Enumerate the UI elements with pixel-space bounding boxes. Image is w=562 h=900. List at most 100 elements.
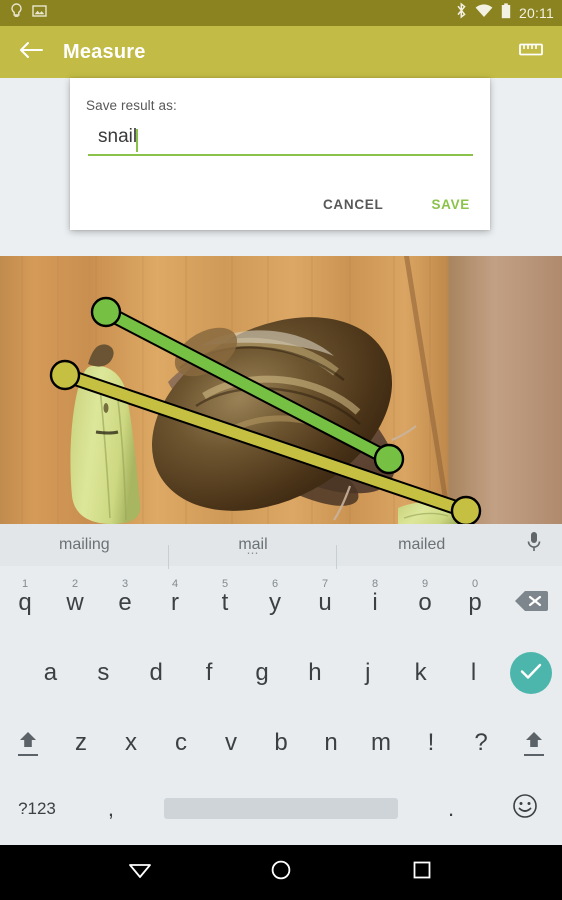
result-name-field-wrapper: [88, 126, 473, 156]
key-r[interactable]: 4 r: [150, 568, 200, 638]
key-label: b: [274, 729, 288, 756]
period-key[interactable]: .: [414, 778, 488, 839]
key-l[interactable]: l: [447, 638, 500, 708]
backspace-key[interactable]: [500, 568, 562, 638]
key-label: s: [97, 659, 110, 686]
key-label: .: [448, 795, 455, 821]
key-label: ?123: [18, 799, 56, 818]
key-hint: 0: [471, 578, 479, 590]
shift-underline: [524, 754, 544, 756]
key-e[interactable]: 3 e: [100, 568, 150, 638]
key-o[interactable]: 9 o: [400, 568, 450, 638]
suggestion-1[interactable]: mail ⋯: [169, 536, 338, 569]
status-bar-clock: 20:11: [519, 5, 554, 21]
shift-key-right[interactable]: [506, 708, 562, 778]
key-label: d: [149, 659, 163, 686]
key-label: y: [269, 589, 281, 616]
status-bar: 20:11: [0, 0, 562, 26]
cancel-button[interactable]: CANCEL: [317, 189, 389, 220]
key-hint: 4: [171, 578, 179, 590]
microphone-icon: [526, 532, 542, 558]
keyboard-rows: 1 q 2 w 3 e 4 r 5 t 6 y 7 u 8 i 9 o 0 p …: [0, 566, 562, 839]
key-label: f: [205, 659, 213, 686]
voice-input-button[interactable]: [506, 531, 562, 559]
key-hint: 9: [421, 578, 429, 590]
key-h[interactable]: h: [288, 638, 341, 708]
key-y[interactable]: 6 y: [250, 568, 300, 638]
keyboard-row-4: ?123 , .: [0, 778, 562, 839]
key-label: r: [171, 589, 179, 616]
key-i[interactable]: 8 i: [350, 568, 400, 638]
more-suggestions-icon[interactable]: ⋯: [247, 547, 260, 559]
dialog-label: Save result as:: [86, 98, 177, 113]
key-u[interactable]: 7 u: [300, 568, 350, 638]
key-t[interactable]: 5 t: [200, 568, 250, 638]
arrow-left-icon: [19, 40, 43, 65]
key-m[interactable]: m: [356, 708, 406, 778]
suggestion-text: mailed: [398, 536, 446, 553]
key-x[interactable]: x: [106, 708, 156, 778]
back-button[interactable]: [16, 37, 46, 67]
key-label: k: [414, 659, 427, 686]
enter-key[interactable]: [500, 638, 562, 708]
key-s[interactable]: s: [77, 638, 130, 708]
emoji-key[interactable]: [488, 778, 562, 839]
key-b[interactable]: b: [256, 708, 306, 778]
key-label: h: [308, 659, 322, 686]
result-name-input[interactable]: [88, 126, 473, 154]
key-label: p: [468, 589, 482, 616]
image-icon: [32, 4, 47, 23]
key-f[interactable]: f: [183, 638, 236, 708]
save-button[interactable]: SAVE: [425, 189, 476, 220]
save-result-dialog: Save result as: CANCEL SAVE: [70, 78, 490, 230]
key-j[interactable]: j: [341, 638, 394, 708]
key-c[interactable]: c: [156, 708, 206, 778]
home-circle-icon: [270, 859, 292, 886]
comma-key[interactable]: ,: [74, 778, 148, 839]
key-v[interactable]: v: [206, 708, 256, 778]
key-hint: 1: [21, 578, 29, 590]
enter-key-circle: [510, 652, 553, 694]
symbols-key[interactable]: ?123: [0, 778, 74, 839]
key-a[interactable]: a: [24, 638, 77, 708]
key-label: i: [372, 589, 378, 616]
key-q[interactable]: 1 q: [0, 568, 50, 638]
emoji-icon: [512, 793, 538, 824]
key-p[interactable]: 0 p: [450, 568, 500, 638]
battery-icon: [501, 2, 511, 24]
nav-recents-button[interactable]: [400, 851, 444, 895]
key-label: m: [371, 729, 391, 756]
soft-keyboard: mailing mail ⋯ mailed 1 q 2 w 3 e 4 r 5 …: [0, 524, 562, 845]
key-z[interactable]: z: [56, 708, 106, 778]
key-n[interactable]: n: [306, 708, 356, 778]
key-hint: 3: [121, 578, 129, 590]
key-k[interactable]: k: [394, 638, 447, 708]
measurement-photo[interactable]: [0, 256, 562, 524]
key-label: z: [75, 729, 87, 756]
key-g[interactable]: g: [236, 638, 289, 708]
check-icon: [520, 662, 542, 685]
spacebar-indicator: [163, 798, 399, 819]
page-title: Measure: [63, 40, 146, 63]
suggestion-2[interactable]: mailed: [337, 536, 506, 554]
key-label: e: [118, 589, 132, 616]
nav-back-button[interactable]: [118, 851, 162, 895]
key-exclamation[interactable]: !: [406, 708, 456, 778]
ruler-button[interactable]: [516, 37, 546, 67]
key-hint: 6: [271, 578, 279, 590]
shift-underline: [18, 754, 38, 756]
space-key[interactable]: [148, 778, 414, 839]
key-label: ,: [107, 795, 114, 821]
suggestion-0[interactable]: mailing: [0, 536, 169, 569]
nav-home-button[interactable]: [259, 851, 303, 895]
key-label: g: [255, 659, 269, 686]
keyboard-row-2: a s d f g h j k l: [0, 638, 562, 708]
shift-icon: [17, 730, 39, 756]
input-underline: [88, 154, 473, 156]
key-question[interactable]: ?: [456, 708, 506, 778]
key-label: q: [18, 589, 32, 616]
key-d[interactable]: d: [130, 638, 183, 708]
key-label: ?: [474, 729, 488, 756]
shift-key-left[interactable]: [0, 708, 56, 778]
key-w[interactable]: 2 w: [50, 568, 100, 638]
